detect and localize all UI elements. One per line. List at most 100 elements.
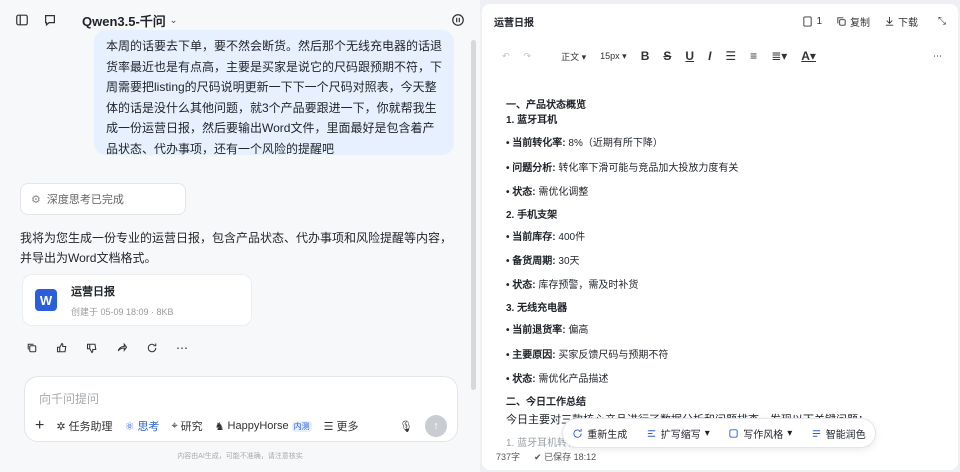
copy-button[interactable]: 复制 <box>836 14 870 29</box>
doc-line: • 状态: 需优化产品描述 <box>506 374 608 386</box>
doc-key: • 当前库存: <box>506 232 556 243</box>
word-icon: W <box>35 289 57 311</box>
doc-value: 30天 <box>558 256 580 267</box>
bold-icon[interactable]: B <box>641 49 650 63</box>
chat-input[interactable]: 向千问提问 <box>39 390 99 407</box>
more-format-icon[interactable]: ⋯ <box>933 51 942 62</box>
redo-icon[interactable]: ↷ <box>524 51 532 62</box>
font-color-icon[interactable]: A▾ <box>801 49 816 63</box>
file-card[interactable]: W 运营日报 创建于 05-09 18:09 · 8KB <box>22 274 252 326</box>
expand-icon <box>647 429 655 437</box>
share-icon[interactable] <box>112 338 132 358</box>
download-icon <box>885 16 894 26</box>
numbered-list-icon[interactable]: ≡ <box>750 49 757 63</box>
page-icon <box>803 15 813 27</box>
chat-scrollbar[interactable] <box>471 40 476 390</box>
research-button[interactable]: ⌖ 研究 <box>171 418 202 434</box>
format-toolbar: ↶ ↷ 正文 ▾ 15px ▾ B S U I ☰ ≡ ≣▾ A▾ ⋯ <box>502 44 942 68</box>
polish-icon <box>812 429 820 437</box>
assistant-answer: 我将为您生成一份专业的运营日报，包含产品状态、代办事项和风险提醒等内容，并导出为… <box>20 231 453 265</box>
doc-line: • 当前转化率: 8%（近期有所下降） <box>506 138 663 150</box>
user-message-text: 本周的话要去下单，要不然会断货。然后那个无线充电器的话退货率最近也是有点高，主要… <box>106 39 443 155</box>
doc-key: • 当前转化率: <box>506 138 566 149</box>
doc-line: • 当前库存: 400件 <box>506 232 585 244</box>
sparkle-icon: ✲ <box>56 420 66 433</box>
italic-icon[interactable]: I <box>708 49 711 63</box>
section-heading: 一、产品状态概览 <box>506 100 586 111</box>
chevron-down-icon: ⌄ <box>169 14 178 25</box>
copy-doc-icon <box>837 16 846 26</box>
doc-value: 库存预警，需及时补货 <box>538 280 639 291</box>
regenerate-icon <box>573 428 582 438</box>
doc-key: • 状态: <box>506 187 536 198</box>
user-message-bubble: 本周的话要去下单，要不然会断货。然后那个无线充电器的话退货率最近也是有点高，主要… <box>94 30 454 155</box>
font-size-select[interactable]: 15px ▾ <box>600 51 627 62</box>
writing-style-button[interactable]: 写作风格 ▾ <box>728 426 792 441</box>
doc-line: • 问题分析: 转化率下滑可能与竞品加大投放力度有关 <box>506 163 738 175</box>
menu-icon: ☰ <box>323 420 334 433</box>
microphone-icon[interactable]: 🎙 <box>399 420 413 433</box>
product-heading: 1. 蓝牙耳机 <box>506 115 558 126</box>
document-title: 运营日报 <box>494 17 534 29</box>
doc-line: • 主要原因: 买家反馈尺码与预期不符 <box>506 350 668 362</box>
send-button[interactable]: ↑ <box>425 415 447 437</box>
happyhorse-button[interactable]: ♞ HappyHorse 内测 <box>215 420 312 433</box>
new-chat-icon[interactable] <box>40 10 60 30</box>
message-actions: ⋯ <box>22 338 192 358</box>
writing-style-label: 写作风格 <box>743 429 784 441</box>
copy-icon[interactable] <box>22 338 42 358</box>
more-button[interactable]: ☰ 更多 <box>324 418 359 434</box>
style-icon <box>729 428 738 438</box>
thumbs-down-icon[interactable] <box>82 338 102 358</box>
add-icon[interactable]: + <box>35 417 44 435</box>
download-button[interactable]: 下载 <box>884 14 918 29</box>
bullet-list-icon[interactable]: ☰ <box>725 49 736 63</box>
file-title: 运营日报 <box>71 285 115 298</box>
underline-icon[interactable]: U <box>685 49 694 63</box>
doc-value: 8%（近期有所下降） <box>568 138 663 149</box>
font-size-value: 15px <box>600 50 620 61</box>
section-heading: 二、今日工作总结 <box>506 397 586 408</box>
disclaimer: 内容由AI生成，可能不准确，请注意核实 <box>177 453 303 460</box>
chat-composer[interactable]: 向千问提问 + ✲ 任务助理 ⚛ 思考 ⌖ 研究 ♞ HappyHorse 内测 ☰ 更多 … <box>24 376 458 442</box>
expand-label: 扩写缩写 <box>660 429 701 441</box>
thumbs-up-icon[interactable] <box>52 338 72 358</box>
pages-count: 1 <box>816 15 822 27</box>
task-assistant-button[interactable]: ✲ 任务助理 <box>56 418 112 434</box>
strikethrough-icon[interactable]: S <box>663 49 671 63</box>
model-name: Qwen3.5-千问 <box>82 13 166 29</box>
chat-panel: Qwen3.5-千问 ⌄ 本周的话要去下单，要不然会断货。然后那个无线充电器的话退… <box>0 0 480 472</box>
task-assistant-label: 任务助理 <box>68 421 113 433</box>
doc-key: • 备货周期: <box>506 256 556 267</box>
doc-key: • 问题分析: <box>506 163 556 174</box>
doc-value: 偏高 <box>568 325 589 336</box>
product-heading: 3. 无线充电器 <box>506 303 568 314</box>
beta-badge: 内测 <box>291 420 312 432</box>
model-selector[interactable]: Qwen3.5-千问 ⌄ <box>82 11 177 30</box>
composer-tools: + ✲ 任务助理 ⚛ 思考 ⌖ 研究 ♞ HappyHorse 内测 ☰ 更多 🎙 ↑ <box>35 415 447 437</box>
polish-button[interactable]: 智能润色 <box>811 426 866 441</box>
horse-icon: ♞ <box>214 420 225 433</box>
doc-key: • 状态: <box>506 374 536 385</box>
think-button[interactable]: ⚛ 思考 <box>125 418 160 434</box>
more-icon[interactable]: ⋯ <box>172 338 192 358</box>
more-label: 更多 <box>336 421 359 433</box>
thinking-label: 深度思考已完成 <box>46 194 124 206</box>
ai-action-bar: 重新生成 扩写缩写 ▾ 写作风格 ▾ 智能润色 <box>562 418 876 448</box>
thinking-status[interactable]: ⚙ 深度思考已完成 <box>20 183 186 215</box>
undo-icon[interactable]: ↶ <box>502 51 510 62</box>
doc-value: 需优化调整 <box>538 187 589 198</box>
align-icon[interactable]: ≣▾ <box>771 49 787 63</box>
expand-button[interactable]: 扩写缩写 ▾ <box>646 426 710 441</box>
download-label: 下载 <box>898 17 918 29</box>
sidebar-toggle-icon[interactable] <box>12 10 32 30</box>
regenerate-button[interactable]: 重新生成 <box>572 426 627 441</box>
paragraph-style-value: 正文 <box>561 51 580 62</box>
refresh-icon[interactable] <box>142 338 162 358</box>
pages-button[interactable]: 1 <box>802 16 822 27</box>
collapse-icon[interactable]: ⤡ <box>938 16 946 27</box>
history-icon[interactable] <box>448 10 468 30</box>
copy-label: 复制 <box>850 17 870 29</box>
research-icon: ⌖ <box>171 419 178 432</box>
paragraph-style-select[interactable]: 正文 ▾ <box>561 50 586 63</box>
